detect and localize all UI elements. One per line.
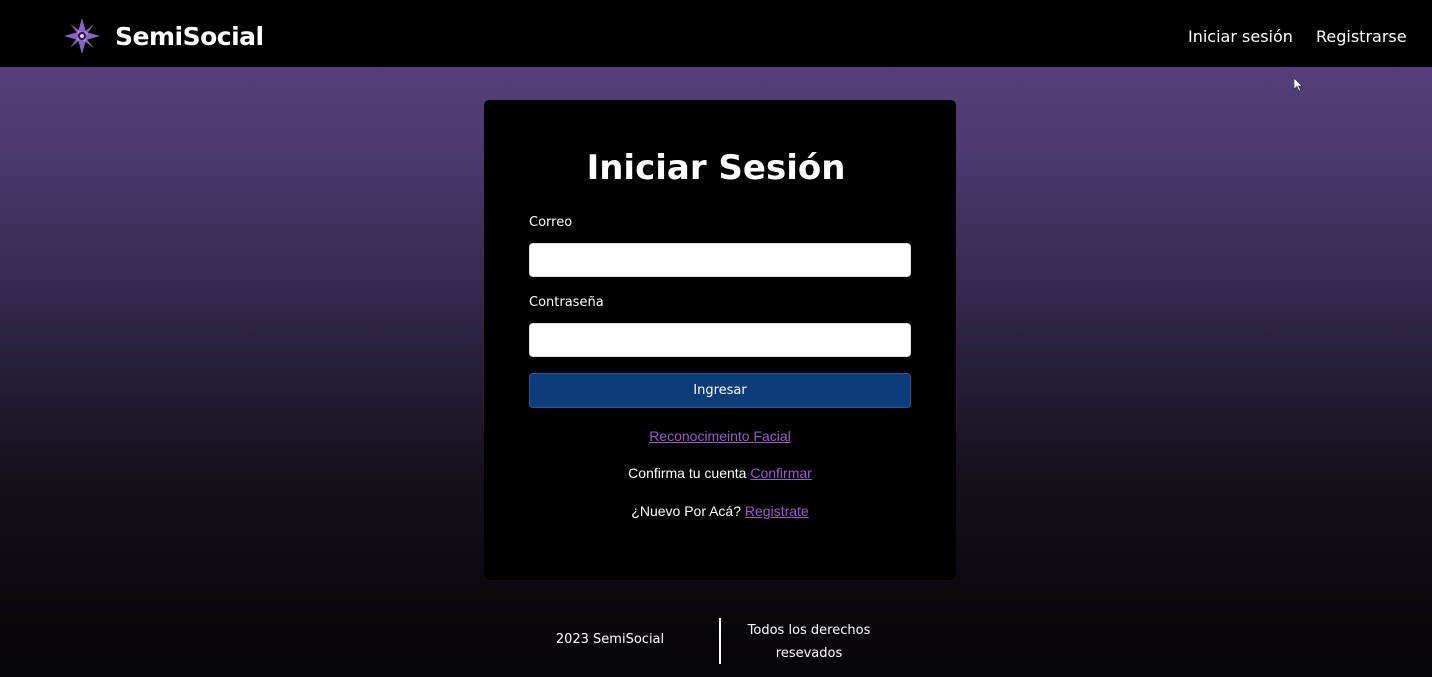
mouse-cursor-icon [1294, 78, 1303, 92]
confirm-account-row: Confirma tu cuenta Confirmar [484, 463, 956, 483]
confirm-link[interactable]: Confirmar [750, 465, 811, 481]
footer-divider [719, 618, 721, 664]
nav-login-link[interactable]: Iniciar sesión [1188, 25, 1293, 49]
navbar: SemiSocial Iniciar sesión Registrarse [0, 0, 1432, 67]
login-title: Iniciar Sesión [586, 148, 846, 188]
email-label: Correo [529, 215, 573, 230]
password-label: Contraseña [529, 295, 604, 310]
facial-recognition-row: Reconocimeinto Facial [484, 426, 956, 446]
login-button[interactable]: Ingresar [529, 373, 911, 408]
nav-register-link[interactable]: Registrarse [1316, 25, 1407, 49]
new-user-row: ¿Nuevo Por Acá? Registrate [484, 501, 956, 521]
confirm-account-text: Confirma tu cuenta [628, 465, 747, 481]
email-field[interactable] [529, 243, 911, 277]
password-field[interactable] [529, 323, 911, 357]
brand-name[interactable]: SemiSocial [115, 20, 264, 54]
footer-copyright: 2023 SemiSocial [555, 632, 665, 647]
register-link[interactable]: Registrate [745, 503, 809, 519]
footer-rights: Todos los derechos resevados [747, 623, 871, 661]
compass-star-icon[interactable] [62, 16, 102, 56]
new-user-text: ¿Nuevo Por Acá? [631, 503, 742, 519]
facial-recognition-link[interactable]: Reconocimeinto Facial [649, 428, 791, 444]
